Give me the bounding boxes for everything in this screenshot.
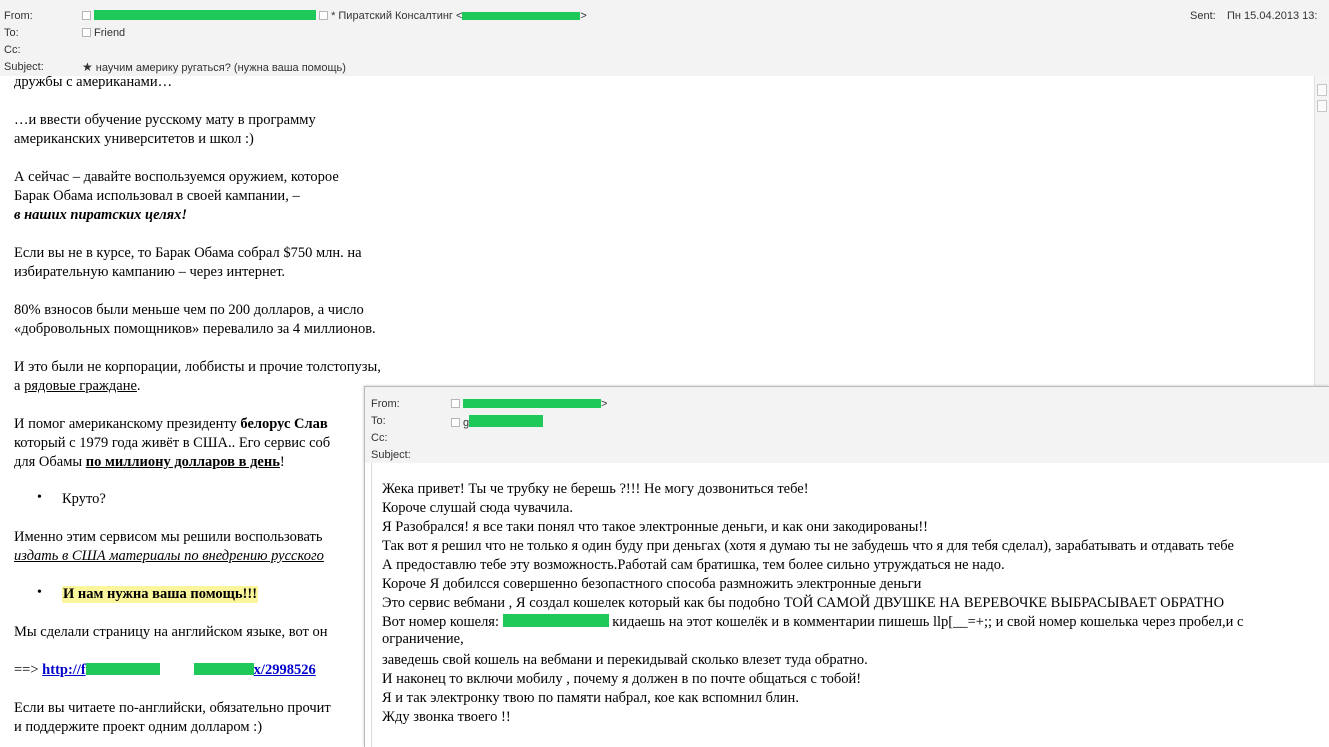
body-line: дружбы с американами…: [14, 76, 173, 90]
to-field[interactable]: Friend: [82, 27, 125, 39]
text: а: [14, 378, 25, 394]
contact-checkbox-icon: [451, 418, 460, 427]
body-line: И помог американскому президенту белорус…: [14, 416, 328, 433]
scroll-up-icon[interactable]: [1317, 84, 1327, 96]
to-recipient: Friend: [94, 27, 126, 39]
body-line: Именно этим сервисом мы решили воспользо…: [14, 529, 323, 545]
to-label: To:: [4, 27, 19, 39]
text: !: [279, 454, 285, 470]
from-field[interactable]: * Пиратский Консалтинг < >: [82, 10, 587, 22]
foreground-email-window: From: > To: g Cc: Subject: Жека привет! …: [364, 386, 1329, 747]
bold-underlined-text: по миллиону долларов в день: [85, 454, 280, 470]
scroll-thumb[interactable]: [1317, 100, 1327, 112]
body-line: ограничение,: [382, 631, 464, 647]
body-line: Жду звонка твоего !!: [382, 709, 511, 725]
email-header: From: * Пиратский Консалтинг < > Sent: Пн…: [0, 0, 1329, 76]
subject-field: ★ научим америку ругаться? (нужна ваша по…: [82, 60, 346, 74]
text: Вот номер кошеля:: [382, 614, 503, 630]
highlighted-bullet-item: И нам нужна ваша помощь!!!: [62, 586, 259, 603]
cc-label: Cc:: [4, 44, 21, 56]
body-line: Я и так электронку твою по памяти набрал…: [382, 690, 799, 706]
redacted-bar: [462, 12, 581, 20]
body-line: Я Разобрался! я все таки понял что такое…: [382, 519, 929, 535]
body-line: издать в США материалы по внедрению русс…: [14, 548, 324, 564]
contact-checkbox-icon: [451, 399, 460, 408]
text: .: [136, 378, 141, 394]
to-label: To:: [371, 415, 386, 427]
body-line: А предоставлю тебе эту возможность.Работ…: [382, 557, 1005, 573]
body-line: заведешь свой кошель на вебмани и переки…: [382, 652, 868, 668]
text: И помог американскому президенту: [14, 416, 241, 432]
body-line: ==> http://f x/2998526: [14, 662, 316, 679]
body-line: И это были не корпорации, лоббисты и про…: [14, 359, 381, 375]
cc-label: Cc:: [371, 432, 388, 444]
text: кидаешь на этот кошелёк и в комментарии …: [608, 614, 1244, 630]
text: для Обамы: [14, 454, 86, 470]
bold-text: белорус Слав: [240, 416, 328, 432]
redacted-bar: [85, 663, 160, 675]
body-line: американских университетов и школ :): [14, 131, 254, 147]
bullet-icon: •: [37, 585, 42, 600]
contact-checkbox-icon: [82, 11, 91, 20]
body-line: «добровольных помощников» перевалило за …: [14, 321, 376, 337]
subject-label: Subject:: [4, 61, 44, 73]
arrow-text: ==>: [14, 662, 43, 678]
body-line: Это сервис вебмани , Я создал кошелек ко…: [382, 595, 1225, 611]
redacted-bar: [94, 10, 316, 20]
vertical-scrollbar[interactable]: [1314, 76, 1329, 386]
body-line: Вот номер кошеля: кидаешь на этот кошелё…: [382, 614, 1243, 631]
body-line: в наших пиратских целях!: [14, 207, 187, 223]
sent-date: Пн 15.04.2013 13:: [1227, 10, 1318, 22]
project-link[interactable]: http://f x/2998526: [42, 662, 316, 678]
from-field[interactable]: >: [451, 398, 607, 410]
redacted-bar: [193, 663, 254, 675]
body-line: и поддержите проект одним долларом :): [14, 719, 263, 735]
body-line: Короче Я добилсся совершенно безопастног…: [382, 576, 922, 592]
redacted-wallet-bar: [502, 614, 609, 627]
body-line: Если вы не в курсе, то Барак Обама собра…: [14, 245, 362, 261]
from-suffix: >: [601, 398, 608, 410]
contact-checkbox-icon: [319, 11, 329, 20]
body-line: для Обамы по миллиону долларов в день!: [14, 454, 285, 471]
email-header: From: > To: g Cc: Subject:: [365, 387, 1329, 463]
body-line: Барак Обама использовал в своей кампании…: [14, 188, 300, 204]
redacted-bar: [469, 415, 544, 427]
subject-label: Subject:: [371, 449, 411, 461]
body-line: …и ввести обучение русскому мату в прогр…: [14, 112, 316, 128]
body-line: 80% взносов были меньше чем по 200 долла…: [14, 302, 364, 318]
bullet-item: Круто?: [62, 491, 106, 507]
body-line: А сейчас – давайте воспользуемся оружием…: [14, 169, 339, 185]
body-line: Мы сделали страницу на английском языке,…: [14, 624, 328, 640]
to-field[interactable]: g: [451, 415, 544, 429]
body-line: Если вы читаете по-английски, обязательн…: [14, 700, 331, 716]
contact-checkbox-icon: [82, 28, 91, 37]
subject-text: научим америку ругаться? (нужна ваша пом…: [95, 62, 346, 74]
underlined-text: рядовые граждане: [24, 378, 137, 394]
body-line: который с 1979 года живёт в США.. Его се…: [14, 435, 331, 451]
from-label: From:: [4, 10, 33, 22]
link-text: x/2998526: [253, 662, 316, 678]
body-line: Жека привет! Ты че трубку не берешь ?!!!…: [382, 481, 809, 497]
redacted-bar: [463, 399, 601, 408]
from-label: From:: [371, 398, 400, 410]
from-display-name: * Пиратский Консалтинг <: [331, 10, 463, 22]
sent-label: Sent:: [1190, 10, 1216, 22]
star-icon[interactable]: ★: [82, 60, 93, 74]
bullet-icon: •: [37, 490, 42, 505]
email-body: Жека привет! Ты че трубку не берешь ?!!!…: [371, 463, 1329, 747]
body-line: избирательную кампанию – через интернет.: [14, 264, 286, 280]
body-line: Так вот я решил что не только я один буд…: [382, 538, 1234, 554]
body-line: а рядовые граждане.: [14, 378, 141, 395]
body-line: И наконец то включи мобилу , почему я до…: [382, 671, 862, 687]
link-text: http://f: [42, 662, 86, 678]
body-line: Короче слушай сюда чувачила.: [382, 500, 573, 516]
